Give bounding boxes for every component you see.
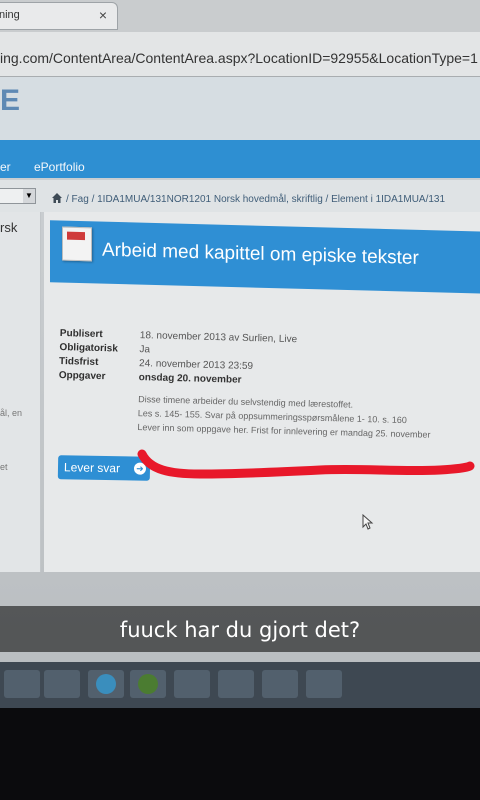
site-header: E [0, 77, 480, 140]
taskbar-button[interactable] [174, 670, 210, 698]
assignment-meta: Publisert 18. november 2013 av Surlien, … [57, 328, 480, 445]
breadcrumb-bar: ▼ / Fag / 1IDA1MUA/131NOR1201 Norsk hove… [0, 180, 480, 212]
sidebar-item-2[interactable]: ål, en [0, 408, 22, 418]
dropdown-arrow-icon: ▼ [23, 189, 35, 203]
monitor-screen: ning × ing.com/ContentArea/ContentArea.a… [0, 0, 480, 720]
nav-item-partial[interactable]: er [0, 160, 11, 174]
snap-caption-bar: fuuck har du gjort det? [0, 606, 480, 652]
taskbar-button[interactable] [306, 670, 342, 698]
meta-label: Obligatorisk [59, 341, 118, 355]
taskbar-button[interactable] [130, 670, 166, 698]
sidebar-item-norsk[interactable]: rsk [0, 220, 17, 235]
meta-value: Ja [139, 344, 151, 356]
monitor-bezel [0, 708, 480, 800]
home-icon[interactable] [52, 193, 62, 203]
sidebar: rsk ål, en et [0, 212, 41, 572]
url-text[interactable]: ing.com/ContentArea/ContentArea.aspx?Loc… [0, 50, 478, 66]
taskbar-button[interactable] [44, 670, 80, 698]
meta-value: onsdag 20. november [138, 372, 242, 386]
assignment-title-banner: Arbeid med kapittel om episke tekster [50, 220, 480, 294]
site-logo[interactable]: E [0, 84, 20, 118]
taskbar-button[interactable] [218, 670, 254, 698]
browser-tab-bar: ning × [0, 0, 480, 32]
meta-value: 24. november 2013 23:59 [138, 358, 254, 373]
meta-label: Tidsfrist [58, 355, 99, 369]
meta-label: Publisert [59, 328, 103, 341]
spotify-icon [138, 674, 158, 694]
main-content: Arbeid med kapittel om episke tekster Pu… [44, 212, 480, 572]
browser-tab-title: ning [0, 9, 20, 21]
address-bar[interactable]: ing.com/ContentArea/ContentArea.aspx?Loc… [0, 32, 480, 77]
breadcrumb: / Fag / 1IDA1MUA/131NOR1201 Norsk hovedm… [52, 192, 445, 205]
document-icon [62, 226, 92, 262]
windows-taskbar [0, 662, 480, 708]
meta-label: Oppgaver [58, 369, 106, 383]
close-icon[interactable]: × [99, 7, 107, 23]
breadcrumb-path[interactable]: / Fag / 1IDA1MUA/131NOR1201 Norsk hovedm… [66, 194, 445, 205]
browser-tab[interactable]: ning × [0, 2, 118, 30]
page-title: Arbeid med kapittel om episke tekster [102, 239, 419, 269]
taskbar-button[interactable] [88, 670, 124, 698]
mouse-cursor-icon [362, 514, 374, 530]
red-scribble-line [137, 449, 475, 479]
nav-item-eportfolio[interactable]: ePortfolio [34, 160, 85, 174]
taskbar-button[interactable] [4, 670, 40, 698]
main-navbar: er ePortfolio [0, 140, 480, 178]
context-select[interactable]: ▼ [0, 188, 36, 204]
skype-icon [96, 674, 116, 694]
meta-value: 18. november 2013 av Surlien, Live [139, 330, 298, 346]
snap-caption: fuuck har du gjort det? [119, 618, 361, 642]
taskbar-button[interactable] [262, 670, 298, 698]
